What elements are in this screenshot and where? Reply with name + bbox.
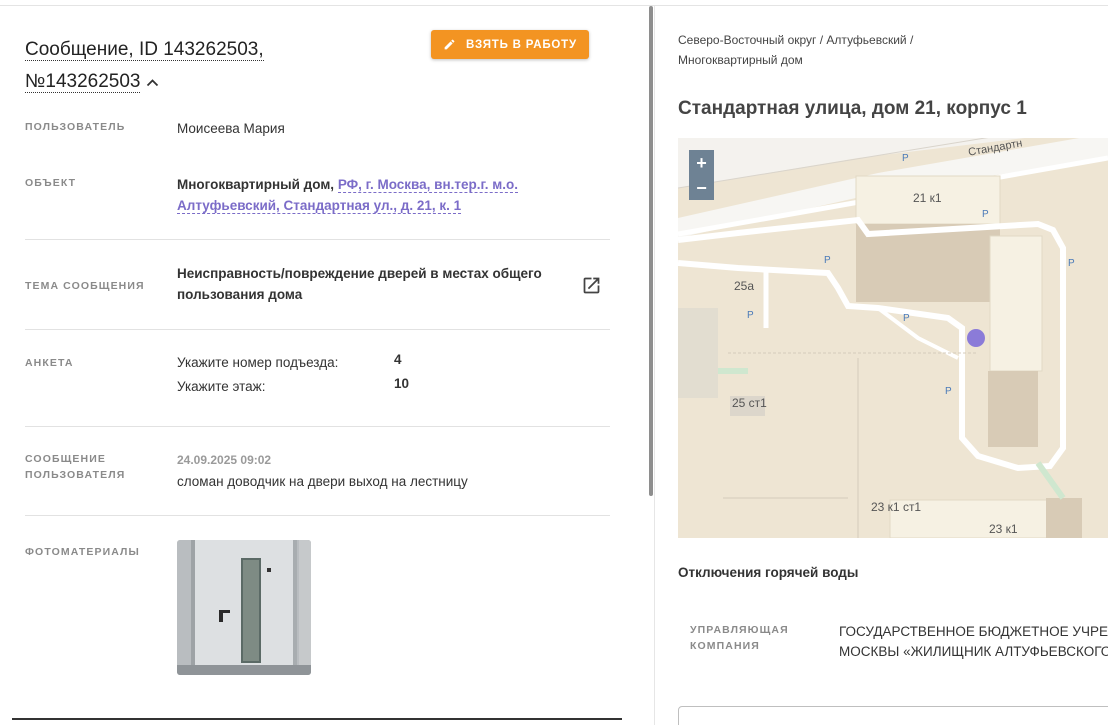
mc-value-line2: МОСКВЫ «ЖИЛИЩНИК АЛТУФЬЕВСКОГО [839, 644, 1108, 659]
mc-value-line1: ГОСУДАРСТВЕННОЕ БЮДЖЕТНОЕ УЧРЕЖ [839, 624, 1108, 639]
survey-label: АНКЕТА [25, 357, 74, 369]
breadcrumb-line2[interactable]: Многоквартирный дом [678, 53, 803, 67]
address-title: Стандартная улица, дом 21, корпус 1 [678, 98, 1027, 119]
survey-question-2: Укажите этаж: [177, 379, 266, 394]
zoom-out-button[interactable]: − [689, 175, 714, 200]
survey-answer-2: 10 [394, 376, 410, 391]
survey-answer-1: 4 [394, 352, 402, 367]
message-text: сломан доводчик на двери выход на лестни… [177, 474, 468, 489]
divider [25, 239, 610, 240]
parking-icon: P [982, 209, 989, 220]
object-type: Многоквартирный дом, [177, 177, 335, 192]
user-label: ПОЛЬЗОВАТЕЛЬ [25, 121, 126, 133]
user-message-label-line1: СООБЩЕНИЕ [25, 453, 106, 465]
hot-water-title: Отключения горячей воды [678, 565, 859, 580]
message-panel: Сообщение, ID 143262503, №143262503 ВЗЯТ… [0, 6, 650, 725]
map-building-label: 21 к1 [913, 191, 942, 205]
user-value: Моисеева Мария [177, 121, 285, 136]
divider [25, 515, 610, 516]
user-message-label: СООБЩЕНИЕ ПОЛЬЗОВАТЕЛЯ [25, 451, 125, 483]
mc-label-line2: КОМПАНИЯ [690, 640, 760, 652]
chevron-up-icon[interactable] [146, 66, 159, 98]
parking-icon: P [945, 386, 952, 397]
pencil-icon [444, 39, 455, 50]
open-external-icon[interactable] [581, 275, 602, 296]
topic-line2: пользования дома [177, 287, 303, 302]
map-building-label: 23 к1 [989, 522, 1018, 536]
topic-label: ТЕМА СООБЩЕНИЯ [25, 280, 145, 292]
take-button-label: ВЗЯТЬ В РАБОТУ [466, 38, 577, 51]
map-building-label: 23 к1 ст1 [871, 500, 922, 514]
parking-icon: P [747, 310, 754, 321]
parking-icon: P [824, 255, 831, 266]
zoom-in-button[interactable]: + [689, 150, 714, 175]
map[interactable]: + − Стандартн 21 к1 25а 25 ст1 23 к1 ст1… [678, 138, 1108, 538]
management-company-label: УПРАВЛЯЮЩАЯ КОМПАНИЯ [690, 622, 789, 654]
breadcrumb: Северо-Восточный округ / Алтуфьевский / … [678, 30, 1098, 70]
map-building-label: 25 ст1 [732, 396, 767, 410]
object-panel: Северо-Восточный округ / Алтуфьевский / … [655, 6, 1108, 725]
scrollbar[interactable] [649, 6, 653, 496]
survey-question-1: Укажите номер подъезда: [177, 355, 339, 370]
text-input-box[interactable] [678, 706, 1108, 725]
management-company-value: ГОСУДАРСТВЕННОЕ БЮДЖЕТНОЕ УЧРЕЖ МОСКВЫ «… [839, 622, 1108, 662]
user-message-label-line2: ПОЛЬЗОВАТЕЛЯ [25, 469, 126, 481]
parking-icon: P [902, 153, 909, 164]
object-label: ОБЪЕКТ [25, 177, 77, 189]
message-title-line1: Сообщение, ID 143262503, [25, 39, 264, 61]
message-title-line2: №143262503 [25, 71, 141, 94]
divider [25, 329, 610, 330]
breadcrumb-line1[interactable]: Северо-Восточный округ / Алтуфьевский / [678, 33, 913, 47]
message-date: 24.09.2025 09:02 [177, 453, 272, 467]
parking-icon: P [903, 313, 910, 324]
divider [25, 426, 610, 427]
mc-label-line1: УПРАВЛЯЮЩАЯ [690, 624, 789, 636]
message-title[interactable]: Сообщение, ID 143262503, №143262503 [25, 34, 405, 98]
take-to-work-button[interactable]: ВЗЯТЬ В РАБОТУ [431, 30, 589, 59]
topic-line1: Неисправность/повреждение дверей в места… [177, 266, 542, 281]
topic-value: Неисправность/повреждение дверей в места… [177, 263, 557, 305]
photo-thumbnail[interactable] [177, 540, 311, 675]
object-address-link-cont[interactable]: Алтуфьевский, Стандартная ул., д. 21, к.… [177, 198, 462, 214]
bottom-divider [12, 718, 622, 720]
object-value: Многоквартирный дом, РФ, г. Москва, вн.т… [177, 174, 597, 216]
object-address-link[interactable]: РФ, г. Москва, вн.тер.г. м.о. [337, 177, 518, 193]
map-building-label: 25а [734, 279, 755, 293]
photos-label: ФОТОМАТЕРИАЛЫ [25, 546, 140, 558]
parking-icon: P [1068, 258, 1075, 269]
